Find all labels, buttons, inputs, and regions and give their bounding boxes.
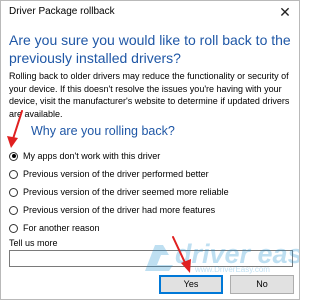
radio-button[interactable] bbox=[9, 187, 18, 197]
dialog-heading: Are you sure you would like to roll back… bbox=[9, 32, 291, 66]
reason-option-label: Previous version of the driver had more … bbox=[23, 205, 216, 215]
driver-rollback-dialog: Driver Package rollback ✕ Are you sure y… bbox=[0, 0, 300, 300]
reason-option-performed-better[interactable]: Previous version of the driver performed… bbox=[9, 165, 295, 183]
tell-us-more-label: Tell us more bbox=[9, 238, 58, 248]
radio-button[interactable] bbox=[9, 223, 18, 233]
reason-option-another-reason[interactable]: For another reason bbox=[9, 219, 295, 237]
title-bar: Driver Package rollback ✕ bbox=[1, 1, 299, 23]
reason-option-more-features[interactable]: Previous version of the driver had more … bbox=[9, 201, 295, 219]
dialog-description: Rolling back to older drivers may reduce… bbox=[9, 71, 290, 119]
reason-option-label: My apps don't work with this driver bbox=[23, 151, 161, 161]
reason-radio-group: My apps don't work with this driver Prev… bbox=[9, 147, 295, 237]
reason-option-label: Previous version of the driver seemed mo… bbox=[23, 187, 229, 197]
rollback-reason-question: Why are you rolling back? bbox=[31, 124, 175, 138]
reason-option-label: Previous version of the driver performed… bbox=[23, 169, 209, 179]
reason-option-apps-dont-work[interactable]: My apps don't work with this driver bbox=[9, 147, 295, 165]
tell-us-more-input[interactable] bbox=[9, 250, 293, 267]
reason-option-label: For another reason bbox=[23, 223, 100, 233]
radio-button[interactable] bbox=[9, 205, 18, 215]
no-button[interactable]: No bbox=[230, 275, 294, 294]
window-title: Driver Package rollback bbox=[9, 6, 115, 17]
radio-button[interactable] bbox=[9, 151, 18, 161]
close-icon[interactable]: ✕ bbox=[277, 4, 293, 20]
radio-button[interactable] bbox=[9, 169, 18, 179]
reason-option-more-reliable[interactable]: Previous version of the driver seemed mo… bbox=[9, 183, 295, 201]
yes-button[interactable]: Yes bbox=[159, 275, 223, 294]
